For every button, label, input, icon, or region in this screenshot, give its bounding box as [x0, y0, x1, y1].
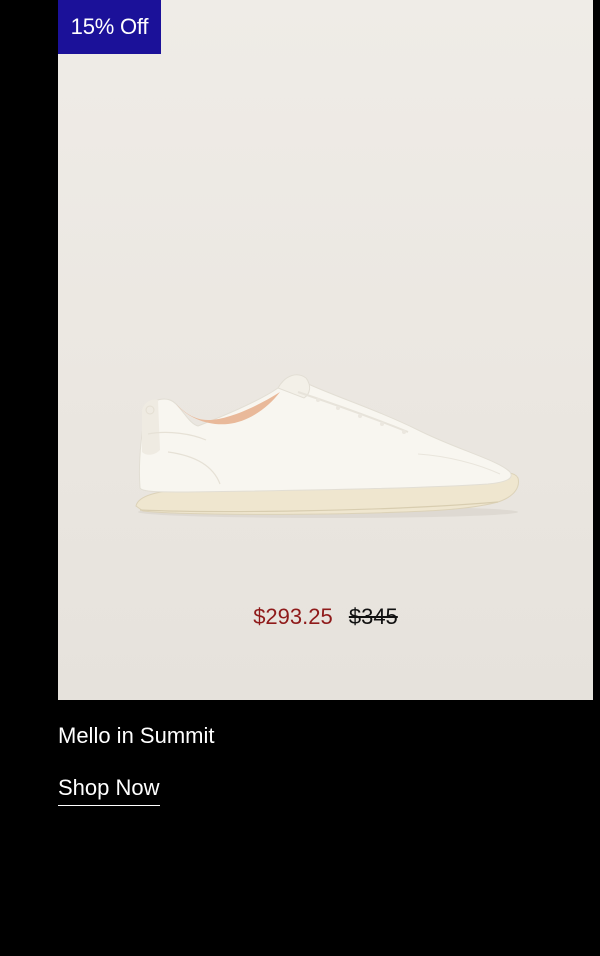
- shop-now-link[interactable]: Shop Now: [58, 773, 160, 806]
- page: 15% Off $293.25 $345 Mello in Summit Sho…: [0, 0, 600, 956]
- original-price: $345: [348, 604, 398, 629]
- price-row: $293.25 $345: [58, 602, 593, 632]
- product-name[interactable]: Mello in Summit: [58, 721, 214, 751]
- discount-badge: 15% Off: [58, 0, 161, 54]
- sneaker-image[interactable]: [128, 360, 528, 530]
- sale-price: $293.25: [253, 604, 333, 629]
- product-card[interactable]: 15% Off $293.25 $345: [58, 0, 593, 700]
